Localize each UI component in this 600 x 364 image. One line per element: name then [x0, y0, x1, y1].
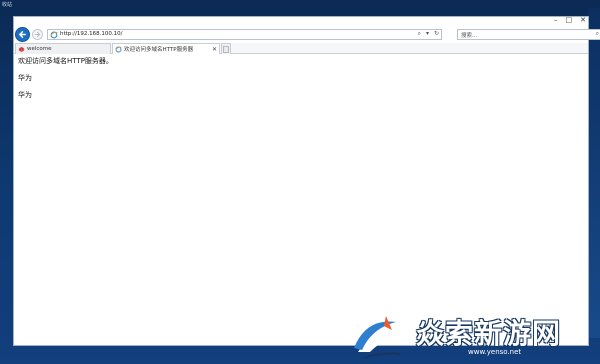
watermark: 焱索新游网 www.yenso.net	[350, 308, 600, 364]
tab-label: 欢迎访问多域名HTTP服务器	[124, 47, 194, 53]
desktop-background-strip	[588, 8, 600, 338]
desktop-caption: 收站	[2, 2, 13, 8]
url-text[interactable]: http://192.168.100.10/	[60, 31, 122, 37]
tab-label: welcome	[27, 46, 52, 52]
new-tab-button[interactable]	[221, 43, 231, 54]
watermark-logo-icon	[354, 316, 402, 359]
tab-welcome[interactable]: welcome	[15, 43, 111, 54]
search-box[interactable]: 搜索... ⌕ ▾	[457, 29, 600, 40]
ie-tab-icon	[115, 45, 122, 53]
browser-window: – □ ✕ http://192.168.100.10/ ⌕ ▾ ↻ 搜索...…	[13, 16, 600, 346]
page-content: 欢迎访问多域名HTTP服务器。 华为 华为	[18, 57, 578, 108]
maximize-button[interactable]: □	[566, 16, 573, 24]
huawei-icon	[18, 46, 25, 52]
address-tools: ⌕ ▾ ↻	[418, 30, 439, 38]
tab-strip: welcome 欢迎访问多域名HTTP服务器 ✕	[14, 43, 588, 54]
address-dropdown-icon[interactable]: ▾	[426, 30, 429, 38]
watermark-url: www.yenso.net	[468, 348, 522, 356]
title-bar: – □ ✕	[14, 16, 588, 25]
welcome-line: 欢迎访问多域名HTTP服务器。	[18, 57, 113, 65]
text-line: 华为	[18, 91, 32, 99]
back-arrow-icon	[19, 31, 26, 38]
new-tab-icon	[223, 45, 229, 53]
minimize-button[interactable]: –	[554, 16, 558, 24]
search-input[interactable]: 搜索...	[461, 31, 477, 39]
forward-arrow-icon	[34, 31, 41, 38]
address-search-icon[interactable]: ⌕	[418, 30, 421, 38]
search-tools: ⌕ ▾	[596, 30, 600, 38]
tab-http-server[interactable]: 欢迎访问多域名HTTP服务器 ✕	[112, 43, 220, 54]
back-button[interactable]	[15, 27, 30, 42]
navigation-bar: http://192.168.100.10/ ⌕ ▾ ↻ 搜索... ⌕ ▾	[14, 26, 600, 42]
window-controls: – □ ✕	[554, 16, 586, 24]
refresh-icon[interactable]: ↻	[434, 30, 439, 38]
watermark-text: 焱索新游网	[416, 317, 562, 350]
close-window-button[interactable]: ✕	[580, 16, 586, 24]
close-tab-icon[interactable]: ✕	[212, 46, 217, 53]
forward-button[interactable]	[32, 29, 43, 40]
address-bar[interactable]: http://192.168.100.10/ ⌕ ▾ ↻	[47, 29, 442, 40]
ie-icon	[50, 31, 58, 39]
search-icon[interactable]: ⌕	[596, 30, 599, 38]
text-line: 华为	[18, 74, 32, 82]
